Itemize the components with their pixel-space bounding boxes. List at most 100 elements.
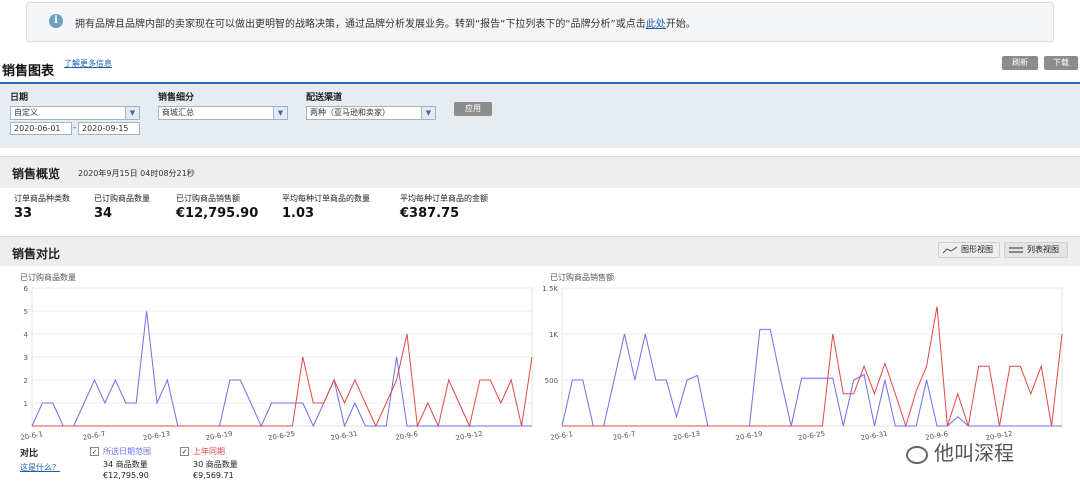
selected-range-checkbox[interactable]: ✓ <box>90 447 99 456</box>
date-separator: - <box>73 123 76 132</box>
x-tick-label: 20-6-13 <box>673 430 701 440</box>
line-chart-icon <box>943 246 957 254</box>
date-range-value: 自定义 <box>14 108 38 117</box>
info-icon: i <box>49 14 63 28</box>
x-tick-label: 20-6-31 <box>330 430 358 440</box>
metric-label: 平均每种订单商品的金额 <box>400 194 488 203</box>
metric-value: 34 <box>94 206 113 221</box>
selected-range-qty: 34 商品数量 <box>103 460 148 469</box>
metric-label: 平均每种订单商品的数量 <box>282 194 370 203</box>
apply-button[interactable]: 应用 <box>454 102 492 116</box>
breakdown-select[interactable]: 商城汇总 ▼ <box>158 106 288 120</box>
date-filter: 日期 自定义 ▼ <box>10 90 140 120</box>
x-tick-label: 20-9-12 <box>455 430 483 440</box>
metric-label: 已订购商品销售额 <box>176 194 240 203</box>
graph-view-label: 图形视图 <box>961 245 993 254</box>
selected-range-amount: €12,795.90 <box>103 471 149 480</box>
graph-view-button[interactable]: 图形视图 <box>938 242 1000 258</box>
banner-link[interactable]: 此处 <box>646 19 666 30</box>
banner-tail: 开始。 <box>665 19 696 30</box>
y-tick-label: 1 <box>24 400 28 408</box>
compare-header: 销售对比 <box>0 236 1080 266</box>
y-tick-label: 1.5K <box>542 285 558 293</box>
x-tick-label: 20-6-31 <box>860 430 888 440</box>
metric-order-items: 订单商品种类数 33 <box>14 193 70 221</box>
table-view-button[interactable]: 列表视图 <box>1004 242 1068 258</box>
download-button[interactable]: 下载 <box>1044 56 1078 70</box>
overview-header: 销售概览 2020年9月15日 04时08分21秒 <box>0 156 1080 188</box>
channel-label: 配送渠道 <box>306 93 343 103</box>
metric-ordered-sales: 已订购商品销售额 €12,795.90 <box>176 193 258 221</box>
compare-label: 对比 <box>20 449 39 459</box>
x-tick-label: 20-6-1 <box>550 430 574 440</box>
y-tick-label: 500 <box>545 377 558 385</box>
metric-units-ordered: 已订购商品数量 34 <box>94 193 150 221</box>
date-label: 日期 <box>10 93 29 103</box>
breakdown-value: 商城汇总 <box>162 108 194 117</box>
what-is-this-link[interactable]: 这是什么？ <box>20 462 60 473</box>
x-tick-label: 20-6-1 <box>20 430 44 440</box>
plot-area <box>561 287 1063 427</box>
chevron-down-icon: ▼ <box>421 107 435 119</box>
x-tick-label: 20-6-19 <box>735 430 763 440</box>
y-tick-label: 4 <box>24 331 29 339</box>
y-tick-label: 5 <box>24 308 28 316</box>
y-tick-label: 1K <box>549 331 558 339</box>
wechat-icon <box>906 445 928 464</box>
y-tick-label: 6 <box>24 285 29 293</box>
x-tick-label: 20-6-7 <box>612 430 636 440</box>
metric-value: €12,795.90 <box>176 206 259 221</box>
previous-year-amount: €9,569.71 <box>193 471 234 480</box>
y-tick-label: 2 <box>24 377 28 385</box>
table-view-label: 列表视图 <box>1027 245 1059 254</box>
metric-value: €387.75 <box>400 206 460 221</box>
metric-value: 1.03 <box>282 206 315 221</box>
banner-text: 拥有品牌且品牌内部的卖家现在可以做出更明智的战略决策，通过品牌分析发展业务。转到… <box>75 19 646 30</box>
series-line-selected <box>31 310 532 428</box>
chevron-down-icon: ▼ <box>273 107 287 119</box>
x-tick-label: 20-6-19 <box>205 430 233 440</box>
compare-legend-label: 对比 这是什么？ <box>20 446 60 473</box>
watermark-text: 他叫深程 <box>934 441 1014 465</box>
x-tick-label: 20-6-13 <box>143 430 171 440</box>
series-line-selected <box>561 328 1062 427</box>
overview-timestamp: 2020年9月15日 04时08分21秒 <box>78 169 195 178</box>
watermark: 他叫深程 <box>906 437 1014 466</box>
previous-year-qty: 30 商品数量 <box>193 460 238 469</box>
x-tick-label: 20-6-7 <box>82 430 106 440</box>
selected-range-label: 所选日期范围 <box>103 447 151 456</box>
previous-year-checkbox[interactable]: ✓ <box>180 447 189 456</box>
series-line-previous <box>562 306 1063 428</box>
compare-title: 销售对比 <box>12 247 61 261</box>
table-icon <box>1009 247 1023 253</box>
channel-filter: 配送渠道 两种（亚马逊和卖家） ▼ <box>306 90 436 120</box>
breakdown-label: 销售细分 <box>158 93 195 103</box>
page-title: 销售图表 <box>2 64 55 79</box>
channel-value: 两种（亚马逊和卖家） <box>310 108 390 117</box>
end-date-input[interactable]: 2020-09-15 <box>78 122 140 135</box>
chevron-down-icon: ▼ <box>125 107 139 119</box>
metric-label: 已订购商品数量 <box>94 194 150 203</box>
x-tick-label: 20-6-25 <box>268 430 296 440</box>
y-tick-label: 3 <box>24 354 28 362</box>
refresh-button[interactable]: 刷新 <box>1002 56 1038 70</box>
breakdown-filter: 销售细分 商城汇总 ▼ <box>158 90 288 120</box>
start-date-input[interactable]: 2020-06-01 <box>10 122 72 135</box>
x-tick-label: 20-6-25 <box>798 430 826 440</box>
metric-label: 订单商品种类数 <box>14 194 70 203</box>
learn-more-link[interactable]: 了解更多信息 <box>64 58 112 69</box>
filter-panel: 日期 自定义 ▼ 2020-06-01 - 2020-09-15 销售细分 商城汇… <box>0 82 1080 148</box>
units-chart: 1 2 3 4 5 6 20-6-1 20-6-7 20-6-13 20-6-19 20-6-25 2… <box>20 285 533 440</box>
metric-avg-units: 平均每种订单商品的数量 1.03 <box>282 193 370 221</box>
channel-select[interactable]: 两种（亚马逊和卖家） ▼ <box>306 106 436 120</box>
legend-selected: ✓ 所选日期范围 34 商品数量 €12,795.90 <box>90 446 170 480</box>
metric-avg-sales: 平均每种订单商品的金额 €387.75 <box>400 193 488 221</box>
brand-analytics-banner: i 拥有品牌且品牌内部的卖家现在可以做出更明智的战略决策，通过品牌分析发展业务。… <box>26 2 1054 42</box>
metric-value: 33 <box>14 206 33 221</box>
overview-title: 销售概览 <box>12 167 61 181</box>
x-tick-label: 20-9-6 <box>395 430 419 440</box>
previous-year-label: 上年同期 <box>193 447 225 456</box>
legend-previous: ✓ 上年同期 30 商品数量 €9,569.71 <box>180 446 260 480</box>
sales-chart: 500 1K 1.5K 20-6-1 20-6-7 20-6-13 20-6-19 20-6-… <box>542 285 1063 440</box>
date-range-select[interactable]: 自定义 ▼ <box>10 106 140 120</box>
